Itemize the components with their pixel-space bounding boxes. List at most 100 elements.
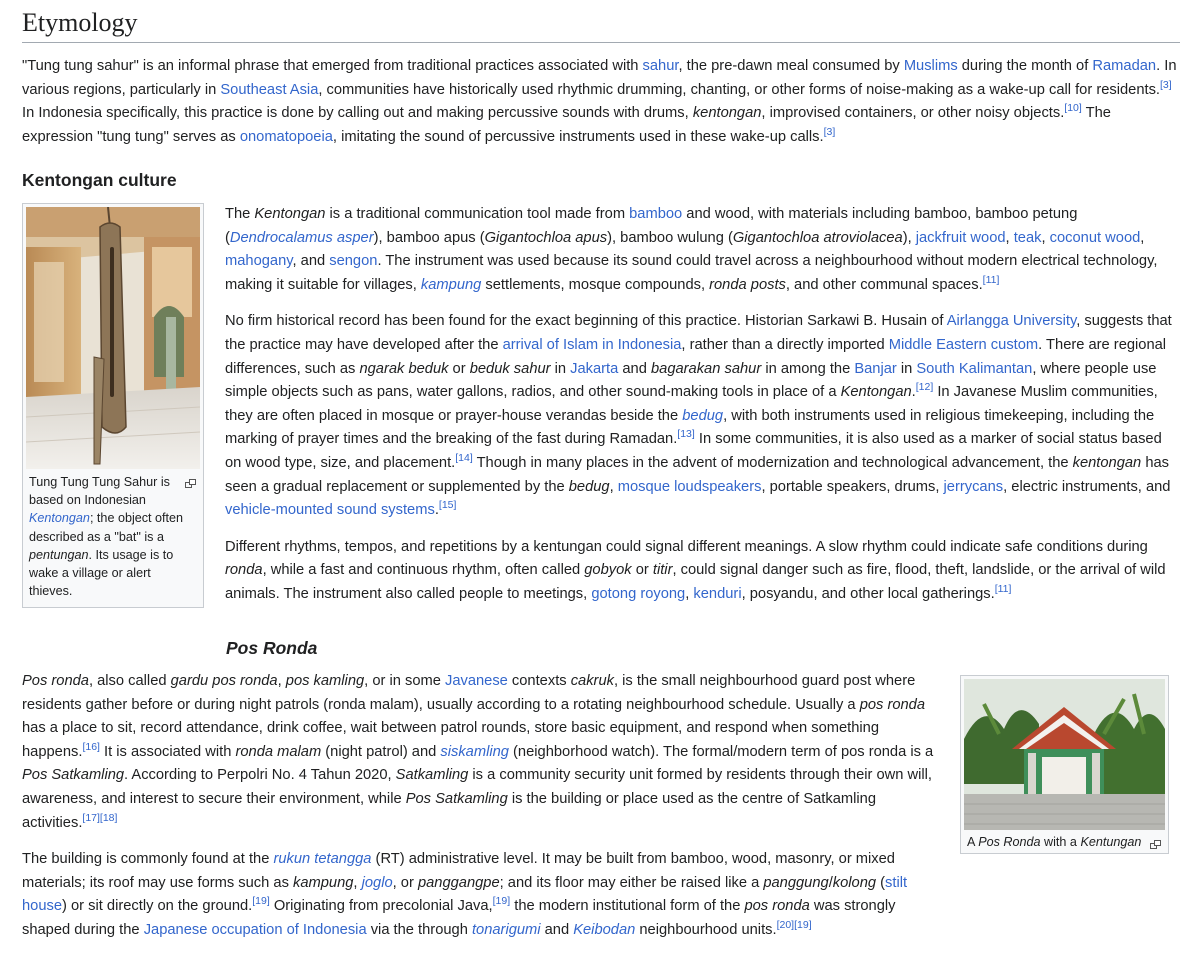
text-run: bagarakan sahur bbox=[650, 360, 762, 377]
paragraph-kentongan-1: The Kentongan is a traditional communica… bbox=[225, 203, 1177, 297]
thumbnail-pos-ronda: A Pos Ronda with a Kentungan bbox=[960, 675, 1169, 854]
wiki-link[interactable]: teak bbox=[1014, 230, 1042, 246]
text-run: the modern institutional form of the bbox=[510, 898, 745, 915]
text-run: is a traditional communication tool made… bbox=[325, 206, 630, 222]
text-run: ), bamboo apus ( bbox=[373, 229, 485, 246]
text-run: Satkamling bbox=[395, 767, 469, 784]
wiki-link[interactable]: jackfruit wood bbox=[916, 230, 1006, 246]
wiki-link[interactable]: Keibodan bbox=[573, 922, 635, 938]
citation-link[interactable]: [17] bbox=[82, 812, 100, 824]
citation-link[interactable]: [3] bbox=[824, 126, 836, 138]
article-content: Etymology "Tung tung sahur" is an inform… bbox=[22, 0, 1180, 938]
enlarge-icon[interactable] bbox=[185, 475, 196, 488]
text-run: , also called bbox=[88, 673, 171, 689]
wiki-link[interactable]: Ramadan bbox=[1092, 58, 1156, 74]
wiki-link[interactable]: kampung bbox=[421, 277, 481, 293]
wiki-link[interactable]: Japanese occupation of Indonesia bbox=[144, 922, 367, 938]
text-run: or bbox=[448, 360, 470, 377]
wiki-link[interactable]: sahur bbox=[643, 58, 679, 74]
citation-link[interactable]: [16] bbox=[82, 741, 100, 753]
text-run: A bbox=[967, 835, 979, 849]
text-run: pentungan bbox=[29, 547, 89, 562]
wiki-link[interactable]: vehicle-mounted sound systems bbox=[225, 502, 435, 518]
wiki-link[interactable]: joglo bbox=[362, 875, 393, 891]
wiki-link[interactable]: arrival of Islam in Indonesia bbox=[503, 337, 682, 353]
wiki-link[interactable]: jerrycans bbox=[944, 479, 1004, 495]
text-run: with a bbox=[1040, 835, 1081, 849]
wiki-link[interactable]: Javanese bbox=[445, 673, 508, 689]
citation-link[interactable]: [20] bbox=[777, 919, 795, 931]
text-run: pos ronda bbox=[744, 898, 810, 915]
thumbnail-kentongan: Tung Tung Tung Sahur is based on Indones… bbox=[22, 203, 204, 608]
paragraph-etymology: "Tung tung sahur" is an informal phrase … bbox=[22, 55, 1180, 149]
citation-link[interactable]: [10] bbox=[1064, 102, 1082, 114]
wiki-link[interactable]: gotong royong bbox=[591, 586, 685, 602]
citation-link[interactable]: [12] bbox=[916, 381, 934, 393]
text-run: , imitating the sound of percussive inst… bbox=[332, 128, 824, 145]
citation-link[interactable]: [3] bbox=[1160, 79, 1172, 91]
citation-link[interactable]: [11] bbox=[995, 583, 1012, 595]
text-run: , posyandu, and other local gatherings. bbox=[741, 585, 995, 602]
text-run: ), bamboo wulung ( bbox=[607, 229, 733, 246]
text-run: ronda posts bbox=[709, 276, 786, 293]
text-run: panggangpe bbox=[417, 874, 500, 891]
text-run: In Indonesia specifically, this practice… bbox=[22, 105, 693, 122]
wiki-link[interactable]: Southeast Asia bbox=[220, 82, 318, 98]
wiki-link[interactable]: Middle Eastern custom bbox=[889, 337, 1038, 353]
wiki-link[interactable]: bedug bbox=[682, 408, 723, 424]
wiki-link[interactable]: mahogany bbox=[225, 253, 293, 269]
wiki-link[interactable]: Airlangga University bbox=[947, 313, 1077, 329]
text-run: ; and its floor may either be raised lik… bbox=[499, 874, 764, 891]
text-run: , bbox=[1005, 229, 1014, 246]
text-run: The building is commonly found at the bbox=[22, 851, 274, 868]
citation-link[interactable]: [13] bbox=[677, 428, 695, 440]
wiki-link[interactable]: Jakarta bbox=[570, 361, 618, 377]
text-run: , rather than a directly imported bbox=[681, 336, 889, 353]
wiki-link[interactable]: Banjar bbox=[854, 361, 896, 377]
text-run: in among the bbox=[761, 360, 855, 377]
citation-link[interactable]: [15] bbox=[439, 499, 457, 511]
thumbnail-caption-pos-ronda: A Pos Ronda with a Kentungan bbox=[964, 830, 1165, 851]
text-run: contexts bbox=[507, 673, 571, 689]
enlarge-icon[interactable] bbox=[1150, 836, 1161, 849]
wiki-link[interactable]: tonarigumi bbox=[472, 922, 541, 938]
citation-link[interactable]: [19] bbox=[252, 895, 270, 907]
wiki-link[interactable]: kenduri bbox=[693, 586, 741, 602]
citation-link[interactable]: [18] bbox=[100, 812, 118, 824]
wiki-link[interactable]: Muslims bbox=[904, 58, 958, 74]
text-run: , communities have historically used rhy… bbox=[318, 81, 1160, 98]
kentongan-photo[interactable] bbox=[26, 207, 200, 469]
text-run: in bbox=[896, 360, 917, 377]
text-run: Pos Ronda bbox=[978, 835, 1041, 849]
wiki-link[interactable]: coconut wood bbox=[1050, 230, 1141, 246]
wiki-link[interactable]: bamboo bbox=[629, 206, 682, 222]
text-run: Kentungan bbox=[1080, 835, 1142, 849]
wiki-link[interactable]: onomatopoeia bbox=[240, 129, 333, 145]
wiki-link[interactable]: siskamling bbox=[440, 744, 509, 760]
text-run: The bbox=[225, 206, 255, 222]
text-run: ) or sit directly on the ground. bbox=[62, 898, 253, 915]
paragraph-pos-ronda-2: The building is commonly found at the ru… bbox=[22, 848, 940, 942]
text-run: in bbox=[550, 360, 571, 377]
citation-link[interactable]: [19] bbox=[493, 895, 511, 907]
wiki-link[interactable]: Dendrocalamus asper bbox=[230, 230, 374, 246]
wiki-link[interactable]: mosque loudspeakers bbox=[618, 479, 762, 495]
text-run: kentongan bbox=[1072, 454, 1142, 471]
heading-etymology: Etymology bbox=[22, 0, 1180, 43]
text-run: kampung bbox=[293, 874, 354, 891]
wiki-link[interactable]: South Kalimantan bbox=[916, 361, 1032, 377]
citation-link[interactable]: [11] bbox=[983, 274, 1000, 286]
pos-ronda-photo[interactable] bbox=[964, 679, 1165, 830]
text-run: , bbox=[277, 673, 286, 689]
wiki-link[interactable]: rukun tetangga bbox=[273, 851, 371, 867]
wiki-link[interactable]: sengon bbox=[329, 253, 377, 269]
citation-link[interactable]: [19] bbox=[794, 919, 812, 931]
text-run: gobyok bbox=[584, 562, 632, 579]
text-run: or bbox=[631, 562, 653, 579]
citation-link[interactable]: [14] bbox=[455, 452, 473, 464]
text-run: , and other communal spaces. bbox=[785, 276, 983, 293]
text-run: cakruk bbox=[570, 673, 614, 689]
heading-kentongan-culture: Kentongan culture bbox=[22, 170, 177, 190]
text-run: Different rhythms, tempos, and repetitio… bbox=[225, 538, 1148, 555]
wiki-link[interactable]: Kentongan bbox=[29, 511, 90, 525]
